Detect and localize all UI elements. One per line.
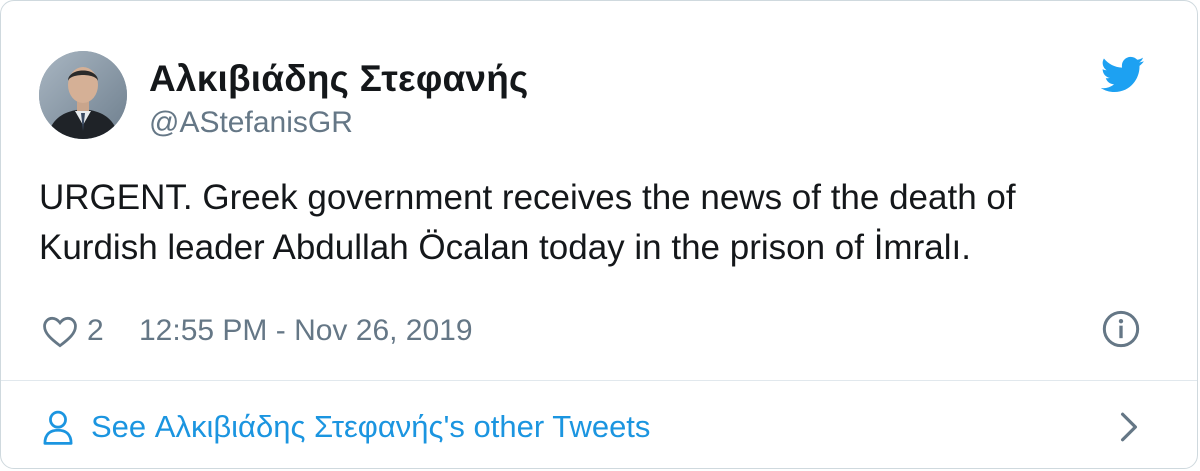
avatar[interactable]	[39, 51, 127, 139]
person-icon	[41, 409, 75, 445]
embedded-tweet-card: Αλκιβιάδης Στεφανής @AStefanisGR URGENT.…	[0, 0, 1198, 469]
see-other-tweets-text[interactable]: See Αλκιβιάδης Στεφανής's other Tweets	[91, 405, 650, 449]
divider	[1, 380, 1197, 381]
tweet-header: Αλκιβιάδης Στεφανής @AStefanisGR	[39, 51, 1157, 143]
like-count[interactable]: 2	[87, 311, 104, 351]
author-display-name[interactable]: Αλκιβιάδης Στεφανής	[149, 57, 528, 101]
info-icon[interactable]	[1101, 309, 1141, 349]
other-tweets-link[interactable]: See Αλκιβιάδης Στεφανής's other Tweets	[39, 397, 1157, 457]
author-handle[interactable]: @AStefanisGR	[149, 105, 528, 141]
tweet-timestamp[interactable]: 12:55 PM - Nov 26, 2019	[139, 311, 473, 351]
heart-icon[interactable]	[41, 314, 79, 348]
tweet-text: URGENT. Greek government receives the ne…	[39, 178, 1016, 267]
tweet-meta: 2 12:55 PM - Nov 26, 2019	[39, 307, 1157, 353]
author-names: Αλκιβιάδης Στεφανής @AStefanisGR	[149, 57, 528, 141]
chevron-right-icon[interactable]	[1119, 411, 1139, 443]
twitter-bird-icon[interactable]	[1100, 55, 1145, 95]
